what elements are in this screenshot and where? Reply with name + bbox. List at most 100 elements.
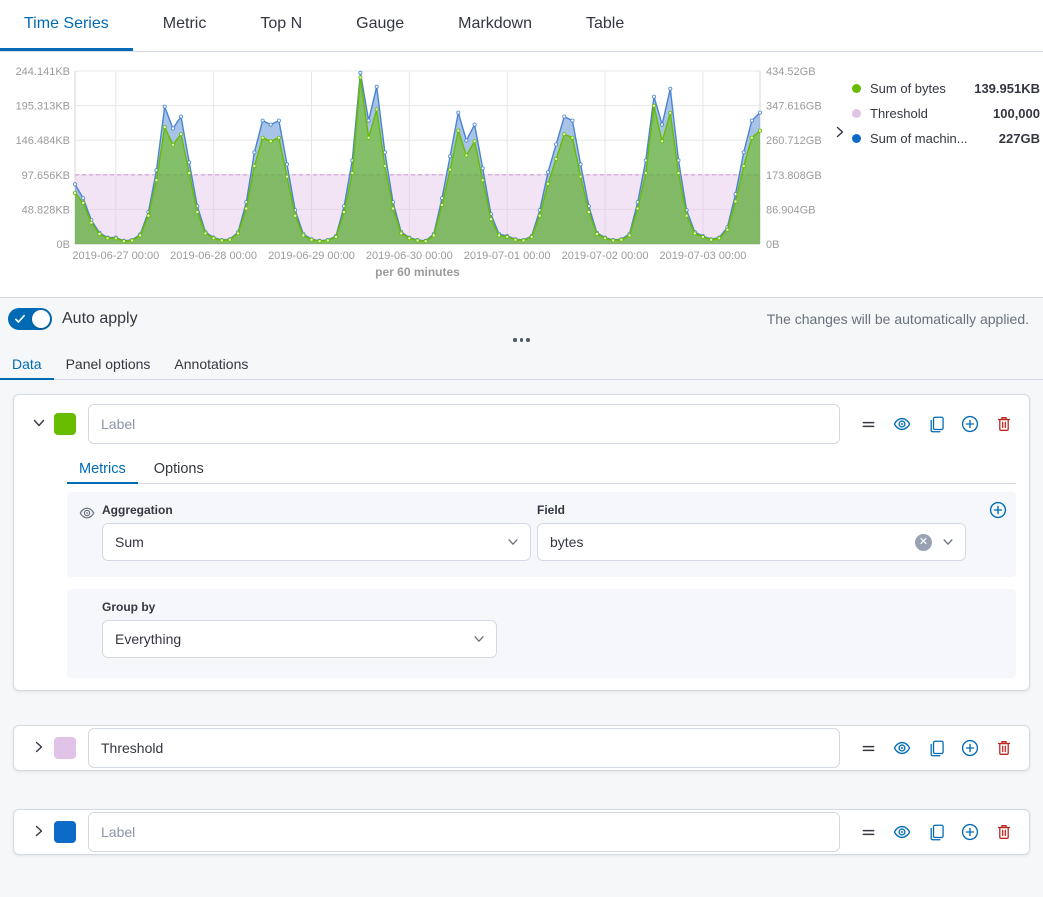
legend-collapse-chevron-right-icon[interactable] xyxy=(831,124,849,142)
svg-text:per 60 minutes: per 60 minutes xyxy=(375,265,460,279)
clone-series-copy-icon[interactable] xyxy=(927,823,945,841)
svg-text:2019-06-30 00:00: 2019-06-30 00:00 xyxy=(366,250,453,262)
field-label: Field xyxy=(537,503,966,517)
legend-dot-pink xyxy=(852,109,861,118)
tab-table[interactable]: Table xyxy=(562,0,648,51)
check-icon xyxy=(14,313,26,325)
group-by-select[interactable]: Everything xyxy=(102,620,497,658)
chevron-down-icon xyxy=(941,535,955,549)
legend-label: Sum of bytes xyxy=(870,81,946,96)
field-select[interactable]: bytes ✕ xyxy=(537,523,966,561)
drag-reorder-icon[interactable] xyxy=(859,823,877,841)
tab-time-series[interactable]: Time Series xyxy=(0,0,133,51)
legend-label: Threshold xyxy=(870,106,928,121)
time-series-chart: 0B 48.828KB 97.656KB 146.484KB 195.313KB 244.… xyxy=(0,52,1043,297)
svg-text:2019-06-27 00:00: 2019-06-27 00:00 xyxy=(72,250,159,262)
expand-chevron-right-icon[interactable] xyxy=(27,820,51,844)
aggregation-label: Aggregation xyxy=(102,503,531,517)
series-label-input[interactable] xyxy=(88,728,840,768)
tab-panel-options[interactable]: Panel options xyxy=(54,350,163,380)
aggregation-value: Sum xyxy=(115,534,506,550)
delete-series-trash-icon[interactable] xyxy=(995,415,1013,433)
tab-options[interactable]: Options xyxy=(142,456,216,484)
drag-reorder-icon[interactable] xyxy=(859,415,877,433)
series-card-1: Metrics Options Aggregation Sum xyxy=(13,394,1030,691)
tab-gauge[interactable]: Gauge xyxy=(332,0,428,51)
svg-text:2019-06-29 00:00: 2019-06-29 00:00 xyxy=(268,250,355,262)
series-tabs: Metrics Options xyxy=(67,456,1016,484)
legend-value: 139.951KB xyxy=(974,81,1040,96)
svg-text:0B: 0B xyxy=(57,239,70,251)
group-by-row: Group by Everything xyxy=(67,589,1016,678)
auto-apply-row: Auto apply The changes will be automatic… xyxy=(0,298,1043,330)
auto-apply-note: The changes will be automatically applie… xyxy=(767,311,1035,327)
visualization-type-tabs: Time Series Metric Top N Gauge Markdown … xyxy=(0,0,1043,52)
series-color-swatch[interactable] xyxy=(54,737,76,759)
chart-legend: Sum of bytes 139.951KB Threshold 100,000… xyxy=(852,76,1040,151)
legend-dot-green xyxy=(852,84,861,93)
clear-field-x-icon[interactable]: ✕ xyxy=(915,534,932,551)
tab-markdown[interactable]: Markdown xyxy=(434,0,556,51)
legend-item-sum-of-bytes[interactable]: Sum of bytes 139.951KB xyxy=(852,76,1040,101)
legend-value: 100,000 xyxy=(993,106,1040,121)
legend-label: Sum of machin... xyxy=(870,131,968,146)
svg-text:260.712GB: 260.712GB xyxy=(766,135,822,147)
svg-text:173.808GB: 173.808GB xyxy=(766,170,822,182)
toggle-visibility-eye-icon[interactable] xyxy=(893,823,911,841)
auto-apply-toggle[interactable] xyxy=(8,308,52,330)
toggle-visibility-eye-icon[interactable] xyxy=(893,739,911,757)
expand-chevron-right-icon[interactable] xyxy=(27,736,51,760)
svg-text:195.313KB: 195.313KB xyxy=(16,101,70,113)
field-value: bytes xyxy=(550,534,915,550)
legend-item-sum-of-machine[interactable]: Sum of machin... 227GB xyxy=(852,126,1040,151)
tab-metric[interactable]: Metric xyxy=(139,0,231,51)
svg-text:0B: 0B xyxy=(766,239,779,251)
series-card-3 xyxy=(13,809,1030,855)
metric-eye-icon[interactable] xyxy=(79,505,95,526)
chevron-down-icon xyxy=(472,632,486,646)
svg-text:48.828KB: 48.828KB xyxy=(22,204,70,216)
series-color-swatch[interactable] xyxy=(54,821,76,843)
svg-text:2019-07-03 00:00: 2019-07-03 00:00 xyxy=(659,250,746,262)
metric-row: Aggregation Sum Field bytes ✕ xyxy=(67,492,1016,577)
svg-text:2019-07-02 00:00: 2019-07-02 00:00 xyxy=(562,250,649,262)
clone-series-copy-icon[interactable] xyxy=(927,415,945,433)
group-by-label: Group by xyxy=(102,600,1004,614)
add-series-plus-icon[interactable] xyxy=(961,415,979,433)
clone-series-copy-icon[interactable] xyxy=(927,739,945,757)
legend-dot-blue xyxy=(852,134,861,143)
add-series-plus-icon[interactable] xyxy=(961,739,979,757)
collapse-chevron-down-icon[interactable] xyxy=(27,412,51,436)
tab-metrics[interactable]: Metrics xyxy=(67,456,138,484)
chevron-down-icon xyxy=(506,535,520,549)
editor-config-section: Auto apply The changes will be automatic… xyxy=(0,297,1043,897)
delete-series-trash-icon[interactable] xyxy=(995,739,1013,757)
aggregation-select[interactable]: Sum xyxy=(102,523,531,561)
legend-value: 227GB xyxy=(999,131,1040,146)
svg-text:97.656KB: 97.656KB xyxy=(22,170,70,182)
legend-item-threshold[interactable]: Threshold 100,000 xyxy=(852,101,1040,126)
series-card-2 xyxy=(13,725,1030,771)
add-series-plus-icon[interactable] xyxy=(961,823,979,841)
svg-text:2019-07-01 00:00: 2019-07-01 00:00 xyxy=(464,250,551,262)
add-metric-plus-icon[interactable] xyxy=(989,501,1007,519)
svg-text:244.141KB: 244.141KB xyxy=(16,66,70,78)
svg-text:86.904GB: 86.904GB xyxy=(766,204,816,216)
svg-text:347.616GB: 347.616GB xyxy=(766,101,822,113)
series-color-swatch[interactable] xyxy=(54,413,76,435)
tab-data[interactable]: Data xyxy=(0,350,54,380)
editor-tabs: Data Panel options Annotations xyxy=(0,350,1043,380)
tab-top-n[interactable]: Top N xyxy=(236,0,326,51)
series-label-input[interactable] xyxy=(88,404,840,444)
svg-text:2019-06-28 00:00: 2019-06-28 00:00 xyxy=(170,250,257,262)
toggle-visibility-eye-icon[interactable] xyxy=(893,415,911,433)
drag-reorder-icon[interactable] xyxy=(859,739,877,757)
svg-text:434.52GB: 434.52GB xyxy=(766,66,816,78)
svg-text:146.484KB: 146.484KB xyxy=(16,135,70,147)
series-label-input[interactable] xyxy=(88,812,840,852)
auto-apply-label: Auto apply xyxy=(62,310,138,328)
delete-series-trash-icon[interactable] xyxy=(995,823,1013,841)
group-by-value: Everything xyxy=(115,631,472,647)
tab-annotations[interactable]: Annotations xyxy=(162,350,260,380)
panel-resize-handle[interactable] xyxy=(0,330,1043,350)
